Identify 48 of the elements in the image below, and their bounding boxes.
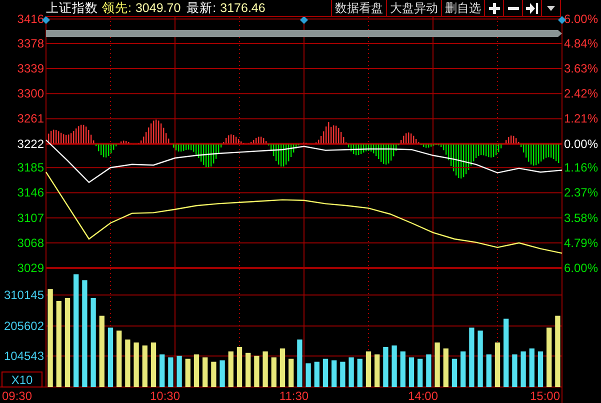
price-tick-label: 3416 <box>17 12 44 26</box>
percent-tick-label: 2.42% <box>564 86 598 101</box>
minus-icon <box>508 6 518 10</box>
percent-tick-label: 4.84% <box>564 36 598 50</box>
caret-icon <box>547 6 555 10</box>
price-tick-label: 3339 <box>17 62 44 76</box>
last-value: 3176.46 <box>220 1 266 15</box>
volume-tick-label: 104543 <box>4 348 44 363</box>
price-tick-label: 3261 <box>17 112 44 126</box>
range-handle[interactable] <box>42 16 50 24</box>
range-handle[interactable] <box>558 16 566 24</box>
price-tick-label: 3068 <box>17 236 44 250</box>
price-tick-label: 3378 <box>17 36 44 50</box>
time-label: 15:00 <box>530 389 560 403</box>
percent-tick-label: 3.58% <box>564 210 598 225</box>
percent-tick-label: 2.37% <box>564 186 598 200</box>
index-title: 上证指数 <box>46 0 98 16</box>
price-tick-label: 3222 <box>17 136 44 151</box>
percent-tick-label: 4.79% <box>564 236 598 250</box>
arrow-to-bar-icon <box>526 2 538 14</box>
percent-tick-label: 0.00% <box>564 136 598 151</box>
price-tick-label: 3029 <box>17 261 44 275</box>
last-label: 最新: <box>186 0 216 16</box>
plus-icon <box>488 2 500 14</box>
volume-tick-label: 205602 <box>4 318 44 333</box>
percent-tick-label: 6.00% <box>564 261 598 275</box>
time-label: 09:30 <box>2 389 32 403</box>
percent-tick-label: 6.00% <box>564 12 598 26</box>
zoom-out-button[interactable] <box>503 0 522 16</box>
price-tick-label: 3300 <box>17 86 44 101</box>
zoom-in-button[interactable] <box>484 0 503 16</box>
percent-tick-label: 3.63% <box>564 62 598 76</box>
percent-tick-label: 1.16% <box>564 160 598 175</box>
range-scrollbar[interactable] <box>46 30 562 37</box>
time-label: 10:30 <box>150 389 180 403</box>
lead-label: 领先: <box>102 0 132 16</box>
unit-box <box>2 372 42 388</box>
price-tick-label: 3107 <box>17 210 44 225</box>
volume-tick-label: 310145 <box>4 288 44 302</box>
time-label: 14:00 <box>408 389 438 403</box>
percent-tick-label: 1.21% <box>564 112 598 126</box>
toolbar-button[interactable]: 删自选 <box>441 0 484 16</box>
time-label: 11:30 <box>279 389 309 403</box>
jump-end-button[interactable] <box>522 0 541 16</box>
price-tick-label: 3146 <box>17 186 44 200</box>
price-tick-label: 3185 <box>17 160 44 175</box>
unit-label: X10 <box>11 373 33 387</box>
lead-value: 3049.70 <box>135 1 181 15</box>
